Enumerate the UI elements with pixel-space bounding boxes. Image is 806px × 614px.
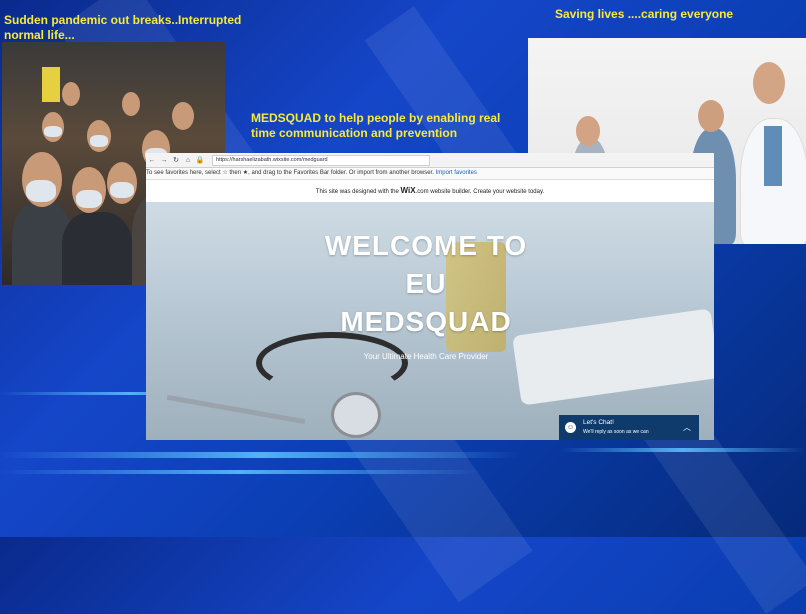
favorites-hint: To see favorites here, select ☆ then ★, … <box>146 170 434 176</box>
import-favorites-link[interactable]: Import favorites <box>436 170 477 176</box>
hero-title: WELCOME TO EU MEDSQUAD <box>316 227 536 341</box>
wix-banner-prefix: This site was designed with the <box>315 189 399 195</box>
wix-banner-suffix: .com website builder. Create your websit… <box>415 189 545 195</box>
pen-image <box>166 394 306 425</box>
browser-screenshot: ← → ↻ ⌂ 🔒 https://harshaelizabath.wixsit… <box>146 153 714 440</box>
forward-icon[interactable]: → <box>158 157 170 164</box>
chat-subtitle: We'll reply as soon as we can <box>583 429 649 435</box>
pandemic-caption: Sudden pandemic out breaks..Interrupted … <box>4 13 242 42</box>
address-bar[interactable]: https://harshaelizabath.wixsite.com/medg… <box>212 154 430 166</box>
hero-title-line-3: MEDSQUAD <box>340 306 512 337</box>
stethoscope-chestpiece <box>331 392 381 438</box>
chat-title: Let's Chat! <box>583 419 614 426</box>
chevron-up-icon[interactable]: ︿ <box>683 422 691 433</box>
saving-lives-caption: Saving lives ....caring everyone <box>555 7 734 21</box>
lock-icon: 🔒 <box>195 157 205 164</box>
chat-smile-icon: ☺ <box>565 422 576 433</box>
stethoscope-image <box>256 332 408 394</box>
wix-banner[interactable]: This site was designed with the WiX.com … <box>146 180 714 204</box>
hero-banner: WELCOME TO EU MEDSQUAD Your Ultimate Hea… <box>146 202 714 440</box>
bg-stripe-1 <box>0 452 520 458</box>
hero-title-line-1: WELCOME TO <box>324 230 528 261</box>
browser-toolbar: ← → ↻ ⌂ 🔒 https://harshaelizabath.wixsit… <box>146 153 714 168</box>
keyboard-image <box>512 308 714 406</box>
bg-stripe-4 <box>560 448 806 452</box>
bg-stripe-2 <box>0 470 480 474</box>
refresh-icon[interactable]: ↻ <box>170 156 182 164</box>
favorites-bar: To see favorites here, select ☆ then ★, … <box>146 168 714 180</box>
medsquad-caption: MEDSQUAD to help people by enabling real… <box>251 111 501 140</box>
hero-subtitle: Your Ultimate Health Care Provider <box>363 352 489 361</box>
hero-title-line-2: EU <box>405 268 447 299</box>
wix-logo: WiX <box>400 186 416 195</box>
home-icon[interactable]: ⌂ <box>182 157 194 164</box>
chat-widget[interactable]: ☺ Let's Chat! We'll reply as soon as we … <box>559 415 699 440</box>
back-icon[interactable]: ← <box>146 157 158 164</box>
